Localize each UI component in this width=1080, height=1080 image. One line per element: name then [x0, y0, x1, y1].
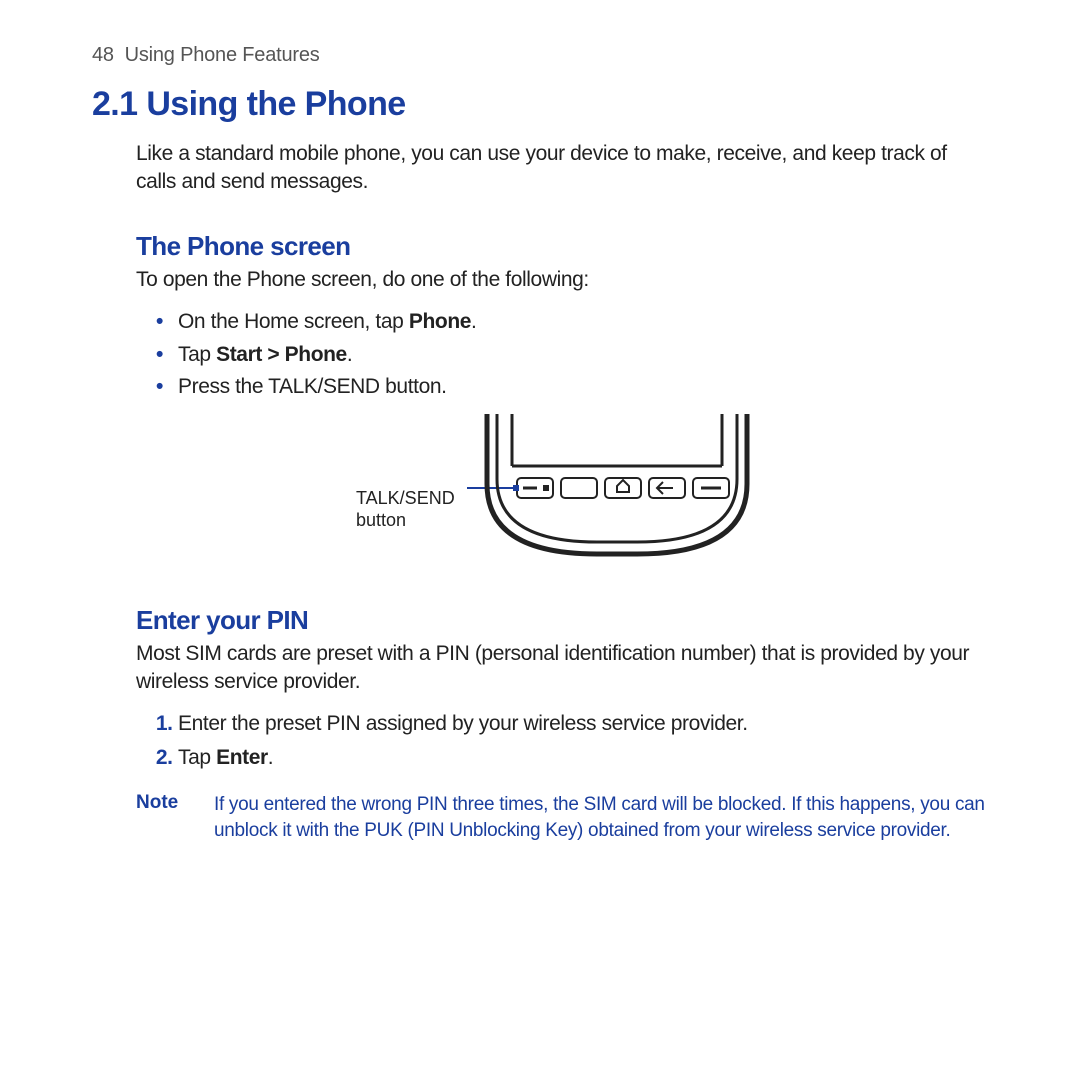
list-text: .	[471, 310, 476, 333]
list-item: On the Home screen, tap Phone.	[178, 306, 988, 339]
list-text: .	[347, 343, 352, 366]
section-heading: 2.1 Using the Phone	[92, 85, 988, 124]
list-text: .	[268, 746, 273, 769]
section-number: 2.1	[92, 85, 137, 123]
enter-pin-steps: Enter the preset PIN assigned by your wi…	[136, 707, 988, 774]
note-block: Note If you entered the wrong PIN three …	[136, 792, 988, 842]
list-item: Enter the preset PIN assigned by your wi…	[178, 707, 988, 741]
touch-key-row	[517, 478, 729, 498]
enter-pin-heading: Enter your PIN	[136, 605, 988, 636]
running-header: 48 Using Phone Features	[92, 44, 988, 67]
note-label: Note	[136, 792, 214, 842]
illustration-caption: TALK/SEND button	[356, 451, 455, 532]
phone-screen-heading: The Phone screen	[136, 231, 988, 262]
list-text-bold: Start > Phone	[216, 343, 347, 366]
list-item: Press the TALK/SEND button.	[178, 371, 988, 404]
illustration-row: TALK/SEND button	[136, 414, 988, 569]
list-item: Tap Start > Phone.	[178, 339, 988, 372]
enter-pin-intro: Most SIM cards are preset with a PIN (pe…	[136, 640, 988, 695]
list-text: Tap	[178, 746, 216, 769]
list-text: Enter the preset PIN assigned by your wi…	[178, 712, 748, 735]
phone-illustration	[467, 414, 767, 569]
list-text-bold: Enter	[216, 746, 268, 769]
list-text: Press the TALK/SEND button.	[178, 375, 447, 398]
page-number: 48	[92, 44, 114, 66]
section-title: Using the Phone	[146, 85, 405, 123]
document-page: 48 Using Phone Features 2.1 Using the Ph…	[0, 0, 1080, 843]
note-text: If you entered the wrong PIN three times…	[214, 792, 988, 842]
list-text-bold: Phone	[409, 310, 471, 333]
list-item: Tap Enter.	[178, 741, 988, 775]
back-arrow-icon	[657, 482, 673, 494]
phone-screen-intro: To open the Phone screen, do one of the …	[136, 266, 988, 294]
chapter-title: Using Phone Features	[125, 44, 320, 66]
list-text: On the Home screen, tap	[178, 310, 409, 333]
home-icon	[617, 480, 629, 492]
list-text: Tap	[178, 343, 216, 366]
phone-screen-bullets: On the Home screen, tap Phone. Tap Start…	[136, 306, 988, 404]
section-intro: Like a standard mobile phone, you can us…	[136, 140, 988, 195]
